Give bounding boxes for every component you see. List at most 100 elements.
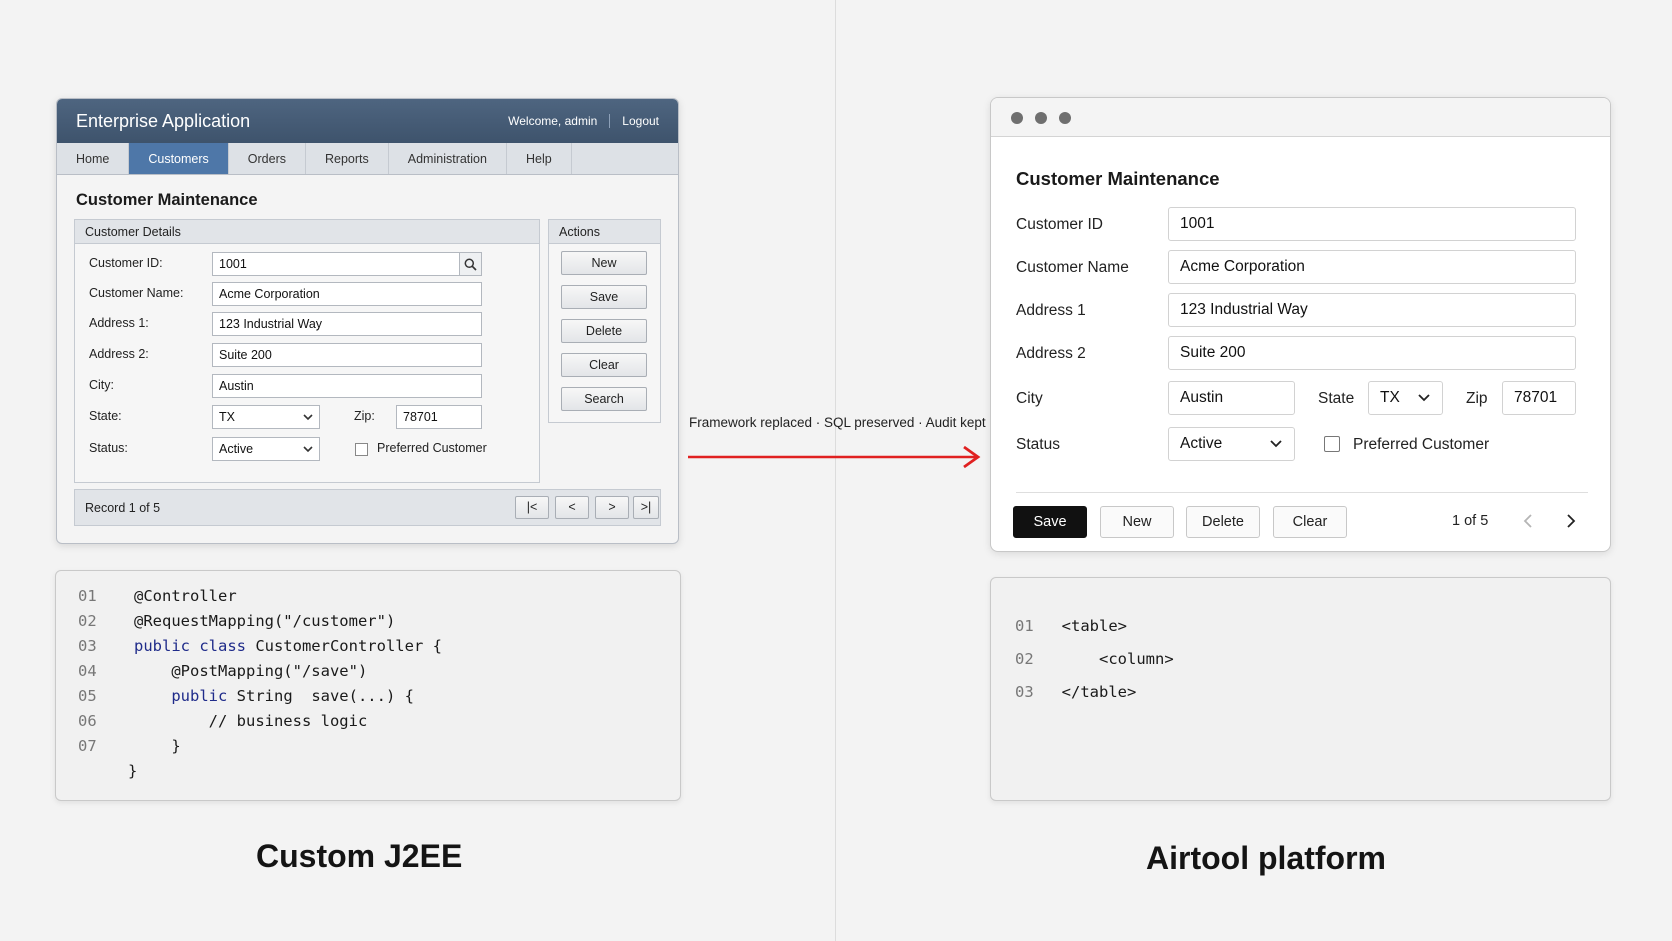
window-dot-icon [1059,112,1071,124]
legacy-app-window: Enterprise Application Welcome, admin Lo… [56,98,679,544]
zip-input[interactable]: 78701 [396,405,482,429]
actions-legend: Actions [549,220,660,244]
transition-label: Framework replaced · SQL preserved · Aud… [689,415,986,430]
preferred-customer-checkbox[interactable] [1324,436,1340,452]
customer-details-panel: Customer Details Customer ID: 1001 Custo… [74,219,540,483]
state-value: TX [1380,389,1400,406]
code-line: } [128,762,138,780]
form-divider [1016,492,1588,493]
state-label: State [1318,390,1355,407]
zip-input[interactable]: 78701 [1502,381,1576,415]
address1-label: Address 1: [89,316,149,330]
last-record-button[interactable]: >| [633,496,659,519]
first-record-button[interactable]: |< [515,496,549,519]
tab-help[interactable]: Help [507,143,572,174]
legacy-header: Enterprise Application Welcome, admin Lo… [57,99,678,143]
clear-button[interactable]: Clear [1273,506,1347,538]
search-icon [464,258,477,271]
page-title: Customer Maintenance [1016,168,1220,189]
city-input[interactable]: Austin [1168,381,1295,415]
delete-button[interactable]: Delete [1186,506,1260,538]
chevron-down-icon [1418,394,1430,402]
window-dot-icon [1011,112,1023,124]
customer-id-input[interactable]: 1001 [212,252,460,276]
city-label: City: [89,378,114,392]
status-select[interactable]: Active [1168,427,1295,461]
chevron-down-icon [1270,440,1282,448]
transition-arrow-icon [688,445,981,469]
address2-label: Address 2: [89,347,149,361]
state-select[interactable]: TX [1368,381,1443,415]
address1-input[interactable]: 123 Industrial Way [212,312,482,336]
preferred-customer-label: Preferred Customer [377,441,487,455]
address1-input[interactable]: 123 Industrial Way [1168,293,1576,327]
code-line: 03 public class CustomerController { [78,637,442,655]
customer-name-input[interactable]: Acme Corporation [1168,250,1576,284]
next-record-button[interactable]: > [595,496,629,519]
chevron-down-icon [303,446,313,453]
modern-code-panel: 01 <table> 02 <column> 03 </table> [990,577,1611,801]
code-line: 07 } [78,737,181,755]
actions-panel: Actions New Save Delete Clear Search [548,219,661,423]
status-label: Status: [89,441,128,455]
code-line: 03 </table> [1015,683,1137,701]
code-line: 05 public String save(...) { [78,687,414,705]
legacy-nav-bar: Home Customers Orders Reports Administra… [57,143,678,175]
customer-name-label: Customer Name [1016,259,1129,276]
customer-id-input[interactable]: 1001 [1168,207,1576,241]
state-select[interactable]: TX [212,405,320,429]
page-title: Customer Maintenance [76,191,258,209]
chevron-down-icon [303,414,313,421]
save-button[interactable]: Save [561,285,647,309]
customer-id-label: Customer ID: [89,256,163,270]
preferred-customer-checkbox[interactable] [355,443,368,456]
customer-details-legend: Customer Details [75,220,539,244]
prev-record-button[interactable]: < [555,496,589,519]
state-value: TX [219,410,235,424]
clear-button[interactable]: Clear [561,353,647,377]
state-label: State: [89,409,122,423]
save-button[interactable]: Save [1013,506,1087,538]
search-button[interactable]: Search [561,387,647,411]
welcome-text: Welcome, admin [508,114,598,128]
new-button[interactable]: New [561,251,647,275]
tab-customers[interactable]: Customers [129,143,229,174]
window-dot-icon [1035,112,1047,124]
header-separator [609,114,611,128]
caption-left: Custom J2EE [256,838,463,874]
new-button[interactable]: New [1100,506,1174,538]
tab-home[interactable]: Home [57,143,130,174]
chevron-left-icon[interactable] [1522,512,1534,530]
preferred-customer-label: Preferred Customer [1353,436,1490,453]
record-counter: Record 1 of 5 [85,501,161,515]
delete-button[interactable]: Delete [561,319,647,343]
city-input[interactable]: Austin [212,374,482,398]
code-line: 02 <column> [1015,650,1174,668]
customer-id-label: Customer ID [1016,216,1103,233]
tab-reports[interactable]: Reports [306,143,389,174]
city-label: City [1016,390,1043,407]
address2-input[interactable]: Suite 200 [212,343,482,367]
address2-input[interactable]: Suite 200 [1168,336,1576,370]
status-value: Active [1180,435,1223,452]
zip-label: Zip [1466,390,1488,407]
address2-label: Address 2 [1016,345,1086,362]
status-label: Status [1016,436,1060,453]
tab-administration[interactable]: Administration [389,143,507,174]
caption-right: Airtool platform [1146,840,1386,876]
tab-orders[interactable]: Orders [229,143,306,174]
lookup-button[interactable] [459,252,482,276]
logout-link[interactable]: Logout [622,114,659,128]
app-title: Enterprise Application [76,110,251,131]
status-select[interactable]: Active [212,437,320,461]
modern-app-window: Customer Maintenance Customer ID 1001 Cu… [990,97,1611,552]
chevron-right-icon[interactable] [1565,512,1577,530]
code-line: 04 @PostMapping("/save") [78,662,368,680]
customer-name-input[interactable]: Acme Corporation [212,282,482,306]
customer-name-label: Customer Name: [89,286,184,300]
legacy-code-panel: 01 @Controller 02 @RequestMapping("/cust… [55,570,681,801]
preferred-row: Preferred Customer [377,441,487,455]
code-line: 02 @RequestMapping("/customer") [78,612,396,630]
code-line: 01 @Controller [78,587,237,605]
record-footer: Record 1 of 5 |< < > >| [74,489,661,526]
